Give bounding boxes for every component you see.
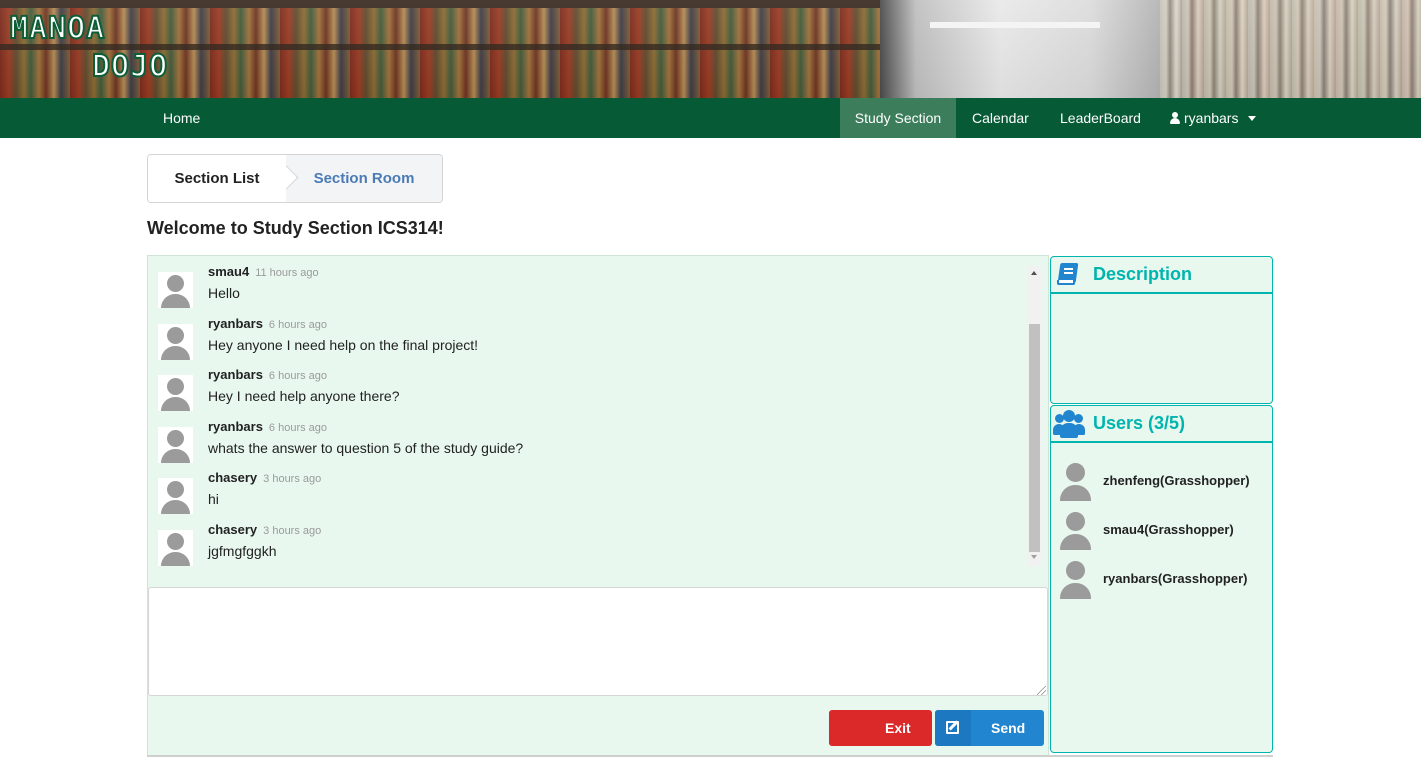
user-name: smau4(Grasshopper) bbox=[1103, 522, 1234, 537]
description-title: Description bbox=[1093, 264, 1193, 284]
message-text: hi bbox=[208, 491, 219, 507]
nav-user-name: ryanbars bbox=[1184, 110, 1239, 126]
user-name: ryanbars(Grasshopper) bbox=[1103, 571, 1248, 586]
message-text: Hey anyone I need help on the final proj… bbox=[208, 337, 479, 353]
users-title: Users (3/5) bbox=[1093, 413, 1186, 433]
description-header: Description bbox=[1051, 257, 1272, 294]
avatar-icon bbox=[158, 272, 193, 308]
exit-button[interactable]: Exit bbox=[829, 710, 932, 746]
message-time: 11 hours ago bbox=[255, 267, 319, 279]
message-author: ryanbars 6 hours ago bbox=[208, 316, 328, 331]
message-input[interactable] bbox=[148, 587, 1048, 696]
logo-line-2: DOJO bbox=[91, 49, 169, 85]
chat-panel: smau4 11 hours ago Hello ryanbars 6 hours … bbox=[147, 255, 1049, 756]
scroll-up-icon[interactable] bbox=[1031, 271, 1037, 275]
nav-user-menu[interactable]: ryanbars bbox=[1154, 98, 1272, 138]
page-title: Welcome to Study Section ICS314! bbox=[147, 218, 444, 238]
message-time: 3 hours ago bbox=[263, 525, 322, 537]
message-scrollbar[interactable] bbox=[1028, 266, 1041, 566]
message-text: Hello bbox=[208, 285, 240, 301]
scrollbar-thumb[interactable] bbox=[1029, 324, 1040, 552]
bottom-divider bbox=[147, 755, 1273, 757]
message-author: ryanbars 6 hours ago bbox=[208, 367, 328, 382]
description-card: Description bbox=[1050, 256, 1273, 404]
nav-study-section[interactable]: Study Section bbox=[840, 98, 956, 138]
scroll-down-icon[interactable] bbox=[1031, 555, 1037, 559]
edit-icon bbox=[946, 721, 959, 734]
tab-section-list[interactable]: Section List bbox=[148, 155, 286, 202]
textarea-resize-handle[interactable] bbox=[1037, 686, 1046, 695]
message-author: chasery 3 hours ago bbox=[208, 470, 322, 485]
message-text: Hey I need help anyone there? bbox=[208, 388, 400, 404]
message-text: whats the answer to question 5 of the st… bbox=[208, 440, 524, 456]
main-navbar: Home Study Section Calendar LeaderBoard … bbox=[0, 98, 1421, 138]
message-text: jgfmgfggkh bbox=[208, 543, 277, 559]
users-card: Users (3/5) zhenfeng(Grasshopper) smau4(… bbox=[1050, 405, 1273, 753]
nav-leaderboard[interactable]: LeaderBoard bbox=[1044, 98, 1157, 138]
message-time: 6 hours ago bbox=[268, 319, 328, 331]
caret-down-icon bbox=[1248, 116, 1257, 121]
avatar-icon bbox=[158, 324, 193, 360]
user-name: zhenfeng(Grasshopper) bbox=[1103, 473, 1250, 488]
header-banner: MANOA DOJO bbox=[0, 0, 1421, 98]
message-author: chasery 3 hours ago bbox=[208, 522, 322, 537]
site-logo[interactable]: MANOA DOJO bbox=[9, 11, 185, 88]
avatar-icon bbox=[158, 375, 193, 411]
nav-calendar[interactable]: Calendar bbox=[956, 98, 1045, 138]
avatar-icon bbox=[158, 530, 193, 566]
user-icon bbox=[1170, 112, 1180, 124]
send-button[interactable]: Send bbox=[935, 710, 1044, 746]
send-button-label: Send bbox=[991, 720, 1026, 736]
nav-home[interactable]: Home bbox=[147, 98, 216, 138]
avatar-icon bbox=[1058, 512, 1093, 550]
logo-line-1: MANOA bbox=[9, 11, 106, 47]
section-steps: Section List Section Room bbox=[147, 154, 443, 203]
avatar-icon bbox=[158, 478, 193, 514]
avatar-icon bbox=[1058, 561, 1093, 599]
message-list[interactable]: smau4 11 hours ago Hello ryanbars 6 hours … bbox=[148, 256, 1043, 568]
message-time: 3 hours ago bbox=[263, 473, 322, 485]
message-author: smau4 11 hours ago bbox=[208, 264, 319, 279]
message-author: ryanbars 6 hours ago bbox=[208, 419, 328, 434]
avatar-icon bbox=[1058, 463, 1093, 501]
message-time: 6 hours ago bbox=[268, 370, 328, 382]
users-icon bbox=[1053, 409, 1085, 439]
users-header: Users (3/5) bbox=[1051, 406, 1272, 443]
banner-overlay bbox=[0, 0, 1421, 98]
message-time: 6 hours ago bbox=[268, 422, 328, 434]
tab-section-room[interactable]: Section Room bbox=[286, 155, 442, 202]
book-icon bbox=[1056, 263, 1079, 286]
send-icon-box bbox=[935, 710, 971, 746]
avatar-icon bbox=[158, 427, 193, 463]
